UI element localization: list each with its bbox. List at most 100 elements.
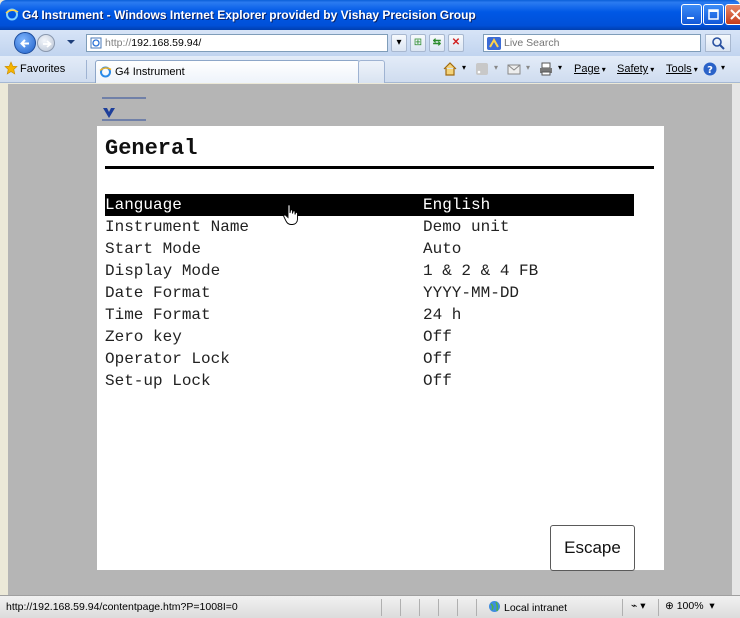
protected-mode-icon[interactable]: ⌁ ▾	[631, 600, 646, 612]
settings-list: Language English Instrument Name Demo unit S…	[105, 194, 634, 392]
escape-button[interactable]: Escape	[550, 525, 635, 571]
search-button[interactable]	[705, 34, 731, 52]
safety-menu[interactable]: Safety ▾	[617, 63, 654, 75]
status-divider	[381, 599, 382, 616]
status-divider	[419, 599, 420, 616]
help-dropdown[interactable]: ▾	[721, 63, 725, 72]
setting-label: Date Format	[105, 284, 211, 302]
setting-row-date-format[interactable]: Date Format YYYY-MM-DD	[105, 282, 634, 304]
print-icon[interactable]	[538, 61, 554, 77]
mail-dropdown[interactable]: ▾	[526, 63, 530, 72]
new-tab-button[interactable]	[358, 60, 385, 83]
setting-value: Demo unit	[423, 218, 510, 236]
compatibility-view-icon[interactable]: ⊞	[410, 34, 426, 52]
setting-label: Instrument Name	[105, 218, 250, 236]
window-title: G4 Instrument - Windows Internet Explore…	[22, 8, 476, 22]
page-icon	[90, 37, 102, 49]
status-divider	[658, 599, 659, 616]
status-divider	[622, 599, 623, 616]
page-menu-label: Page	[574, 63, 600, 75]
safety-menu-label: Safety	[617, 63, 649, 75]
setting-row-set-up-lock[interactable]: Set-up Lock Off	[105, 370, 634, 392]
recent-pages-dropdown[interactable]	[67, 40, 75, 44]
status-divider	[400, 599, 401, 616]
page-title: General	[105, 136, 198, 161]
setting-value: 24 h	[423, 306, 462, 324]
setting-value: Off	[423, 328, 452, 346]
setting-label: Time Format	[105, 306, 211, 324]
setting-value: YYYY-MM-DD	[423, 284, 520, 302]
address-field[interactable]: http://192.168.59.94/	[86, 34, 388, 52]
setting-row-display-mode[interactable]: Display Mode 1 & 2 & 4 FB	[105, 260, 634, 282]
page-menu[interactable]: Page ▾	[574, 63, 606, 75]
setting-value: Auto	[423, 240, 462, 258]
setting-label: Set-up Lock	[105, 372, 211, 390]
setting-label: Language	[105, 196, 182, 214]
setting-value: Off	[423, 372, 452, 390]
vishay-precision-group-logo	[98, 96, 150, 122]
globe-icon	[489, 601, 500, 612]
arrow-left-icon	[20, 39, 29, 48]
magnifier-icon	[712, 37, 725, 50]
setting-label: Start Mode	[105, 240, 202, 258]
status-divider	[476, 599, 477, 616]
scrollbar[interactable]	[732, 84, 740, 595]
forward-button[interactable]	[37, 34, 55, 52]
zoom-level: 100%	[676, 600, 704, 612]
general-settings-panel: General Language English Instrument Name De…	[97, 126, 664, 571]
close-button[interactable]	[725, 4, 740, 25]
title-divider	[105, 166, 654, 169]
home-dropdown[interactable]: ▾	[462, 63, 466, 72]
tools-menu[interactable]: Tools ▾	[666, 63, 698, 75]
security-zone[interactable]: Local intranet	[488, 600, 567, 614]
favorites-divider	[86, 60, 87, 79]
refresh-icon[interactable]: ⇆	[429, 34, 445, 52]
back-button[interactable]	[14, 32, 36, 54]
maximize-button[interactable]	[703, 4, 724, 25]
help-icon[interactable]: ?	[702, 61, 718, 77]
setting-label: Zero key	[105, 328, 182, 346]
status-bar: http://192.168.59.94/contentpage.htm?P=1…	[0, 595, 740, 618]
favorites-button[interactable]: Favorites	[4, 61, 65, 78]
search-input[interactable]	[504, 36, 694, 50]
maximize-icon	[708, 9, 719, 20]
tab-label: G4 Instrument	[115, 66, 185, 78]
tab-g4-instrument[interactable]: G4 Instrument	[95, 60, 360, 83]
url-text: http://192.168.59.94/	[105, 37, 201, 49]
setting-label: Display Mode	[105, 262, 221, 280]
setting-row-language[interactable]: Language English	[105, 194, 634, 216]
arrow-right-icon	[43, 40, 52, 48]
ie-page-icon	[99, 66, 112, 78]
address-toolbar: http://192.168.59.94/ ▾ ⊞ ⇆ ✕	[0, 30, 740, 56]
live-search-icon	[487, 37, 501, 50]
setting-row-time-format[interactable]: Time Format 24 h	[105, 304, 634, 326]
svg-text:?: ?	[707, 65, 713, 76]
setting-row-operator-lock[interactable]: Operator Lock Off	[105, 348, 634, 370]
feeds-dropdown[interactable]: ▾	[494, 63, 498, 72]
feeds-icon[interactable]	[474, 61, 490, 77]
star-icon	[4, 61, 18, 75]
favorites-label: Favorites	[20, 63, 66, 75]
setting-row-start-mode[interactable]: Start Mode Auto	[105, 238, 634, 260]
title-bar: G4 Instrument - Windows Internet Explore…	[0, 0, 740, 30]
ie-logo-icon	[5, 8, 19, 21]
address-tools: ▾ ⊞ ⇆ ✕	[391, 34, 481, 52]
setting-row-zero-key[interactable]: Zero key Off	[105, 326, 634, 348]
home-icon[interactable]	[442, 61, 458, 77]
stop-icon[interactable]: ✕	[448, 34, 464, 52]
zone-label: Local intranet	[504, 602, 568, 614]
minimize-icon	[687, 17, 694, 19]
search-box[interactable]	[483, 34, 701, 52]
url-protocol: http://	[105, 37, 132, 49]
address-dropdown-button[interactable]: ▾	[391, 34, 407, 52]
mail-icon[interactable]	[506, 61, 522, 77]
setting-row-instrument-name[interactable]: Instrument Name Demo unit	[105, 216, 634, 238]
zoom-control[interactable]: ⊕ 100% ▾	[665, 600, 715, 612]
setting-value: 1 & 2 & 4 FB	[423, 262, 539, 280]
status-text: http://192.168.59.94/contentpage.htm?P=1…	[6, 601, 238, 613]
favorites-bar: Favorites G4 Instrument ▾ ▾ ▾ ▾ Page ▾ Sa…	[0, 56, 740, 83]
close-icon	[730, 9, 740, 20]
setting-value: English	[423, 196, 491, 214]
minimize-button[interactable]	[681, 4, 702, 25]
print-dropdown[interactable]: ▾	[558, 63, 562, 72]
